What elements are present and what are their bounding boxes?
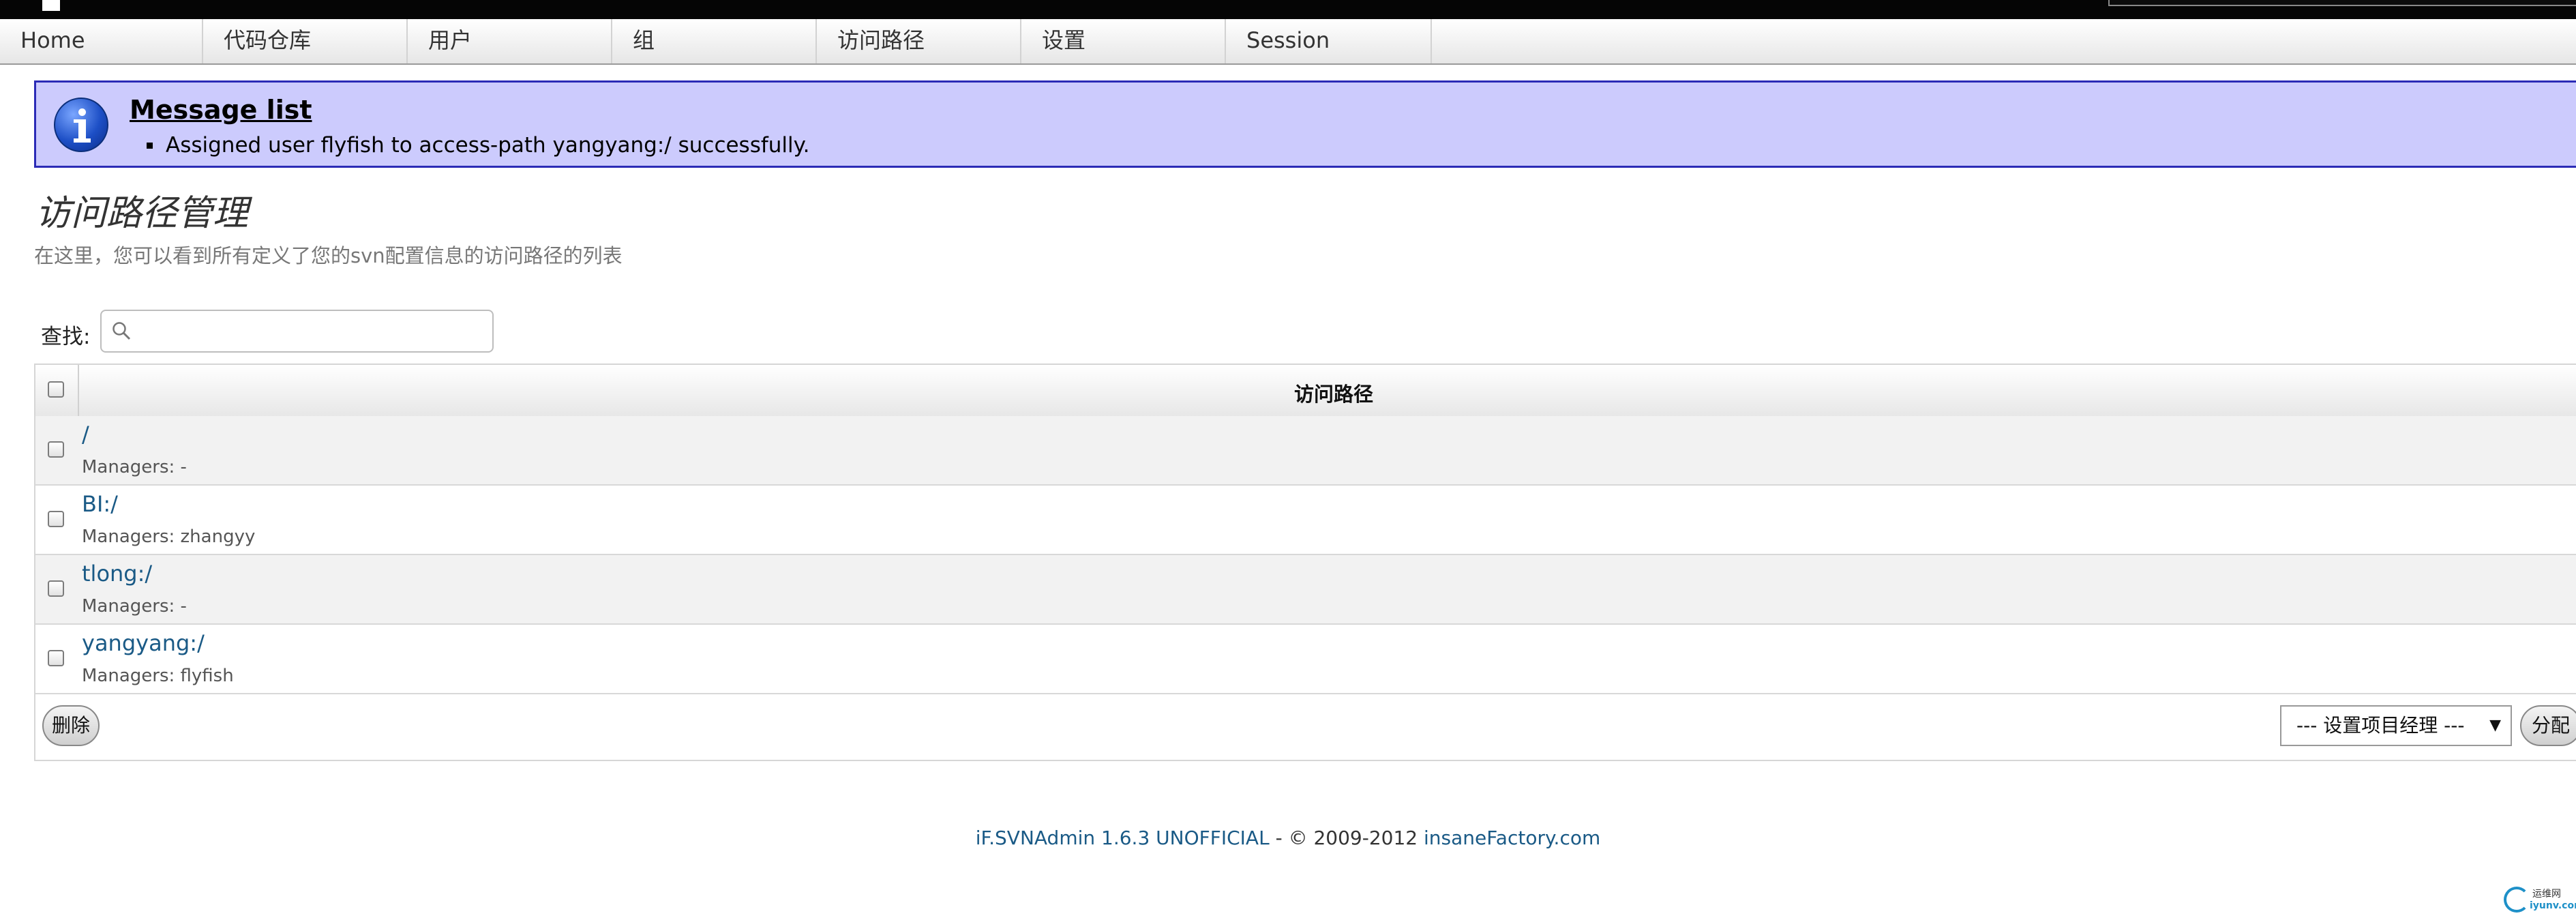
access-path-link[interactable]: tlong:/: [82, 561, 152, 587]
managers-text: Managers: zhangyy: [82, 527, 256, 547]
search-icon: [113, 322, 131, 340]
table-row: yangyang:/ Managers: flyfish: [35, 625, 2576, 694]
table-row: tlong:/ Managers: -: [35, 555, 2576, 625]
nav-groups[interactable]: 组: [612, 19, 817, 63]
language-select[interactable]: [2108, 0, 2576, 6]
watermark-icon: [2504, 887, 2530, 913]
managers-text: Managers: flyfish: [82, 666, 234, 686]
row-checkbox[interactable]: [48, 650, 64, 666]
bullet-icon: [147, 143, 153, 149]
page-description: 在这里，您可以看到所有定义了您的svn配置信息的访问路径的列表: [34, 244, 623, 267]
nav-access-paths[interactable]: 访问路径: [817, 19, 1021, 63]
page-title: 访问路径管理: [35, 193, 249, 234]
access-path-link[interactable]: /: [82, 421, 89, 447]
product-link[interactable]: iF.SVNAdmin 1.6.3 UNOFFICIAL: [976, 827, 1270, 849]
nav-home[interactable]: Home: [0, 19, 203, 63]
column-header-access-path: 访问路径: [1294, 383, 1374, 406]
search-input[interactable]: [140, 316, 483, 346]
dropdown-arrow-icon: ▼: [2489, 717, 2501, 734]
nav-session[interactable]: Session: [1226, 19, 1432, 63]
access-path-link[interactable]: BI:/: [82, 491, 118, 517]
row-checkbox[interactable]: [48, 580, 64, 597]
managers-text: Managers: -: [82, 596, 187, 617]
nav-repositories[interactable]: 代码仓库: [203, 19, 408, 63]
table-footer: 删除 --- 设置项目经理 --- ▼ 分配: [35, 694, 2576, 760]
message-title: Message list: [130, 95, 312, 125]
select-value: --- 设置项目经理 ---: [2296, 714, 2465, 737]
table-row: BI:/ Managers: zhangyy: [35, 486, 2576, 555]
header-check-cell: [35, 365, 79, 416]
watermark-text: 运维网: [2532, 889, 2561, 900]
access-path-table: 访问路径 / Managers: - BI:/ Managers: zhangy…: [34, 364, 2576, 761]
message-box: Message list Assigned user flyfish to ac…: [34, 80, 2576, 168]
row-checkbox[interactable]: [48, 441, 64, 458]
watermark-logo: 运维网 iyunv.com: [2504, 885, 2576, 915]
managers-text: Managers: -: [82, 457, 187, 477]
assign-button[interactable]: 分配: [2520, 705, 2576, 746]
copyright-text: - © 2009-2012: [1269, 827, 1424, 849]
nav-users[interactable]: 用户: [408, 19, 612, 63]
info-icon: [54, 98, 108, 152]
footer: iF.SVNAdmin 1.6.3 UNOFFICIAL - © 2009-20…: [0, 827, 2576, 849]
search-box[interactable]: [100, 310, 494, 353]
main-nav: Home 代码仓库 用户 组 访问路径 设置 Session: [0, 19, 2576, 65]
access-path-link[interactable]: yangyang:/: [82, 630, 205, 656]
project-manager-select[interactable]: --- 设置项目经理 --- ▼: [2280, 705, 2512, 746]
nav-settings[interactable]: 设置: [1021, 19, 1226, 63]
delete-button[interactable]: 删除: [42, 705, 100, 746]
row-checkbox[interactable]: [48, 511, 64, 527]
top-bar: [0, 0, 2576, 19]
select-all-checkbox[interactable]: [48, 381, 64, 398]
app-logo: [33, 0, 60, 11]
table-header: 访问路径: [35, 365, 2576, 417]
watermark-url: iyunv.com: [2530, 900, 2576, 911]
table-row: / Managers: -: [35, 416, 2576, 486]
message-item: Assigned user flyfish to access-path yan…: [166, 133, 810, 158]
search-label: 查找:: [41, 325, 91, 349]
company-link[interactable]: insaneFactory.com: [1424, 827, 1600, 849]
